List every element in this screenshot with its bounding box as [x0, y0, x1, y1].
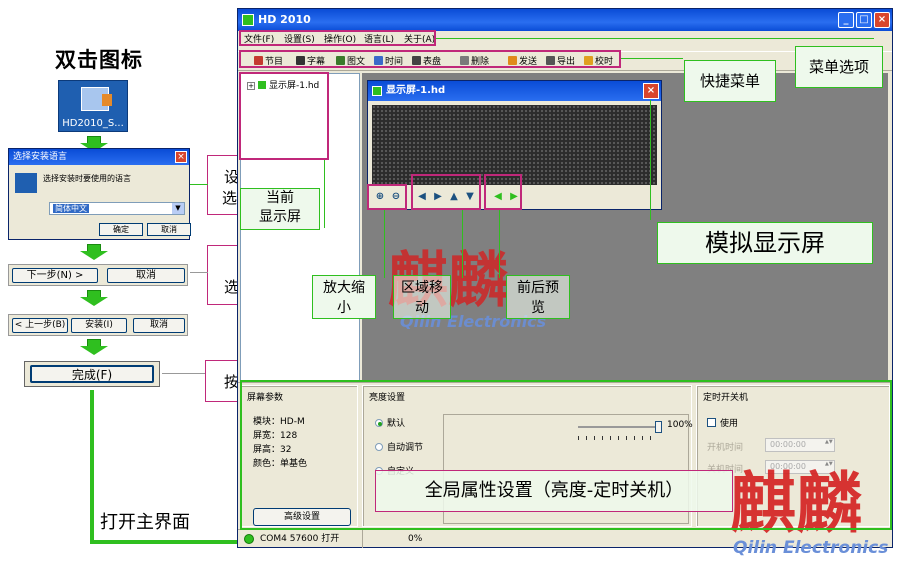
- note-leader-line: [190, 272, 208, 273]
- port-status: COM4 57600 打开: [260, 534, 340, 544]
- leader-tree: [324, 160, 325, 228]
- language-select[interactable]: 简体中文 ▼: [49, 202, 185, 215]
- label-menu-options: 菜单选项: [795, 46, 883, 88]
- cancel-button[interactable]: 取消: [147, 223, 191, 236]
- highlight-menu-bar: [239, 30, 436, 46]
- note-next: 选: [207, 245, 239, 305]
- app-logo-icon: [242, 14, 254, 26]
- connector-line: [90, 390, 94, 542]
- leader-sim: [650, 100, 651, 220]
- finish-button[interactable]: 完成(F): [30, 365, 154, 383]
- language-selected: 简体中文: [53, 204, 89, 213]
- leader-move: [462, 210, 463, 278]
- leader-menu: [436, 38, 874, 39]
- note-leader-line: [162, 373, 205, 374]
- install-step-finish: 完成(F): [24, 361, 160, 387]
- led-matrix-preview: [372, 105, 657, 185]
- language-dialog-title: 选择安装语言: [13, 152, 68, 162]
- highlight-toolbar: [239, 50, 621, 68]
- main-titlebar: HD 2010 _ □ ×: [238, 9, 892, 31]
- install-button[interactable]: 安装(I): [71, 318, 127, 333]
- highlight-tree: [239, 72, 329, 160]
- back-button[interactable]: < 上一步(B): [12, 318, 68, 333]
- label-quick-menu: 快捷菜单: [684, 60, 776, 102]
- status-divider: [362, 530, 363, 548]
- chevron-down-icon[interactable]: ▼: [172, 203, 184, 214]
- maximize-icon[interactable]: □: [856, 12, 872, 28]
- install-step-install: < 上一步(B) 安装(I) 取消: [8, 314, 188, 336]
- leader-preview: [499, 210, 500, 278]
- label-preview: 前后预 览: [506, 275, 570, 319]
- highlight-preview: [484, 174, 522, 210]
- language-prompt: 选择安装时要使用的语言: [43, 174, 131, 183]
- ok-button[interactable]: 确定: [99, 223, 143, 236]
- label-current-screen: 当前 显示屏: [240, 188, 320, 230]
- connection-status-icon: [244, 534, 254, 544]
- install-step-next: 下一步(N) > 取消: [8, 264, 188, 286]
- cancel-button[interactable]: 取消: [107, 268, 185, 283]
- close-icon[interactable]: ×: [874, 12, 890, 28]
- note-finish: 按: [205, 360, 239, 402]
- close-icon[interactable]: ×: [175, 151, 187, 163]
- connector-line: [90, 540, 240, 544]
- qilin-watermark-corner-en: Qilin Electronics: [733, 538, 889, 558]
- close-icon[interactable]: ×: [643, 83, 659, 99]
- leader-zoom: [384, 210, 385, 278]
- next-button[interactable]: 下一步(N) >: [12, 268, 98, 283]
- installer-icon: [15, 173, 37, 193]
- double-click-heading: 双击图标: [55, 48, 143, 72]
- label-zoom: 放大缩 小: [312, 275, 376, 319]
- label-simulated-screen: 模拟显示屏: [657, 222, 873, 264]
- window-title: HD 2010: [258, 13, 311, 26]
- minimize-icon[interactable]: _: [838, 12, 854, 28]
- installer-glyph-icon: [81, 87, 112, 111]
- note-language: 设 选: [207, 155, 239, 215]
- leader-quick: [621, 58, 683, 59]
- simulated-window-title: 显示屏-1.hd: [386, 85, 446, 96]
- open-main-label: 打开主界面: [100, 512, 190, 533]
- app-icon-label: HD2010_S...: [62, 118, 124, 129]
- progress-status: 0%: [408, 534, 423, 544]
- note-leader-line: [190, 184, 208, 185]
- hd2010-setup-icon[interactable]: HD2010_S...: [58, 80, 128, 132]
- label-area-move: 区域移 动: [393, 275, 451, 319]
- display-window-icon: [372, 86, 382, 96]
- highlight-zoom: [367, 184, 407, 210]
- cancel-button[interactable]: 取消: [133, 318, 185, 333]
- language-dialog: 选择安装语言 × 选择安装时要使用的语言 简体中文 ▼ 确定 取消: [8, 148, 191, 240]
- highlight-move: [411, 174, 481, 210]
- label-global-settings: 全局属性设置（亮度-定时关机）: [375, 470, 733, 512]
